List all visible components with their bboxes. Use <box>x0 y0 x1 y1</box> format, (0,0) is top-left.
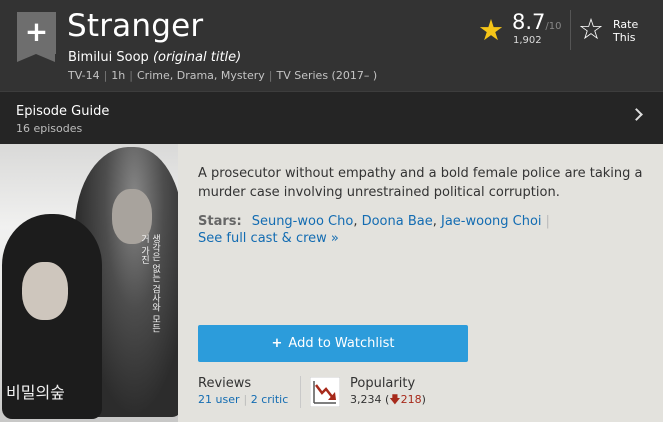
see-full-cast-link[interactable]: See full cast & crew » <box>198 231 339 247</box>
star-outline-icon[interactable]: ☆ <box>578 13 604 45</box>
popularity-heading: Popularity <box>350 376 416 391</box>
plus-icon: + <box>24 15 49 48</box>
release-info[interactable]: TV Series (2017– ) <box>276 69 377 82</box>
rate-label-1: Rate <box>613 18 639 31</box>
poster-title: 비밀의숲 <box>6 383 65 402</box>
comma: , <box>353 214 362 229</box>
poster-face-woman <box>22 262 68 320</box>
poster-image[interactable]: 생각은 없는 검사와 모든 거 가진 비밀의숲 <box>0 144 178 422</box>
rate-label-2: This <box>613 31 636 44</box>
genres[interactable]: Crime, Drama, Mystery <box>137 69 265 82</box>
popularity-value: 3,234 <box>350 393 382 406</box>
original-title: Bimilui Soop (original title) <box>68 49 241 66</box>
add-to-watchlist-ribbon[interactable]: + <box>17 12 56 62</box>
rating-score: 8.7 <box>512 10 546 34</box>
rating-count[interactable]: 1,902 <box>513 35 542 47</box>
popularity-trend-down-icon <box>310 377 340 407</box>
rate-this-button[interactable]: Rate This <box>613 18 653 44</box>
meta-divider: | <box>129 69 133 82</box>
original-title-text: Bimilui Soop <box>68 50 149 65</box>
original-title-note: (original title) <box>152 50 242 65</box>
title-header: + Stranger Bimilui Soop (original title)… <box>0 0 663 91</box>
plot-summary: A prosecutor without empathy and a bold … <box>198 166 643 200</box>
stars-label: Stars: <box>198 214 242 229</box>
popularity-rank[interactable]: 3,234 (🡇218) <box>350 393 426 407</box>
plus-icon: + <box>271 336 283 351</box>
meta-divider: | <box>268 69 273 82</box>
meta-divider: | <box>103 69 108 82</box>
watchlist-label: Add to Watchlist <box>288 336 395 351</box>
comma: , <box>432 214 441 229</box>
divider <box>300 376 301 408</box>
poster-tagline: 생각은 없는 검사와 모든 거 가진 <box>139 234 160 333</box>
runtime[interactable]: 1h <box>111 69 125 82</box>
episode-count: 16 episodes <box>16 122 83 135</box>
popularity-change: 218 <box>400 393 422 406</box>
divider <box>570 10 571 50</box>
rating-max: /10 <box>545 21 562 32</box>
pipe-divider: | <box>243 393 248 406</box>
add-to-watchlist-button[interactable]: + Add to Watchlist <box>198 325 468 362</box>
star-link[interactable]: Seung-woo Cho <box>252 214 354 229</box>
star-link[interactable]: Doona Bae <box>362 214 433 229</box>
episode-guide-title: Episode Guide <box>16 104 110 119</box>
content-rating: TV-14 <box>68 69 100 82</box>
episode-guide-bar[interactable]: Episode Guide 16 episodes <box>0 91 663 144</box>
user-reviews-link[interactable]: 21 user <box>198 393 240 406</box>
arrow-down-icon: 🡇 <box>389 393 401 406</box>
pipe-divider: | <box>545 214 550 229</box>
title-meta: TV-14 | 1h | Crime, Drama, Mystery | TV Series… <box>68 68 377 83</box>
critic-reviews-link[interactable]: 2 critic <box>251 393 289 406</box>
stars-credits: Stars: Seung-woo Cho, Doona Bae, Jae-woon… <box>198 214 550 230</box>
star-icon: ★ <box>478 13 504 47</box>
reviews-links: 21 user | 2 critic <box>198 393 288 407</box>
star-link[interactable]: Jae-woong Choi <box>441 214 542 229</box>
page-title: Stranger <box>67 8 204 44</box>
reviews-heading: Reviews <box>198 376 252 391</box>
chevron-right-icon <box>630 108 643 121</box>
